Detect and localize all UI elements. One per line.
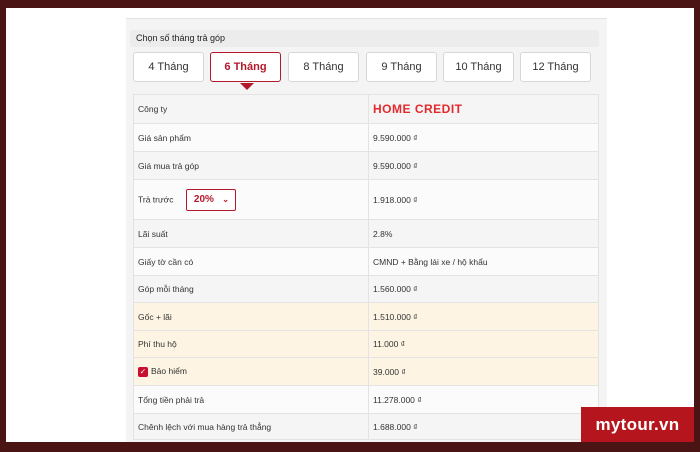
tab-6-months[interactable]: 6 Tháng (210, 52, 281, 82)
insurance-checkbox[interactable]: ✓ (138, 366, 148, 377)
documents-label: Giấy tờ cần có (133, 247, 369, 276)
down-payment-label: Trả trước (138, 193, 174, 204)
insurance-label: Bảo hiểm (151, 366, 187, 377)
down-payment-select-value: 20% (193, 193, 214, 205)
company-value: HOME CREDIT (368, 94, 599, 124)
table-row: Trả trước 20% ⌄ 1.918.000 ₫ (133, 179, 599, 220)
installment-price-label: Giá mua trả góp (133, 151, 369, 180)
chevron-down-icon: ⌄ (222, 194, 229, 204)
table-row: Giấy tờ cần có CMND + Bằng lái xe / hộ k… (133, 247, 599, 276)
product-price-value: 9.590.000 ₫ (368, 123, 599, 152)
interest-label: Lãi suất (133, 219, 369, 248)
panel-top-strip (126, 8, 607, 19)
collection-fee-value: 11.000 ₫ (368, 330, 599, 358)
table-row: ✓ Bảo hiểm 39.000 ₫ (133, 357, 599, 386)
total-label: Tổng tiền phải trả (133, 385, 369, 414)
section-title: Chọn số tháng trả góp (130, 30, 599, 47)
tab-8-months[interactable]: 8 Tháng (288, 52, 359, 82)
table-row: Giá sản phẩm 9.590.000 ₫ (133, 123, 599, 152)
table-row: Giá mua trả góp 9.590.000 ₫ (133, 151, 599, 180)
documents-value: CMND + Bằng lái xe / hộ khẩu (368, 247, 599, 276)
table-row: Phí thu hộ 11.000 ₫ (133, 330, 599, 358)
tab-12-months[interactable]: 12 Tháng (520, 52, 591, 82)
principal-interest-label: Gốc + lãi (133, 302, 369, 331)
total-value: 11.278.000 ₫ (368, 385, 599, 414)
active-tab-pointer (240, 83, 254, 90)
table-row: Tổng tiền phải trả 11.278.000 ₫ (133, 385, 599, 414)
home-credit-logo: HOME CREDIT (373, 102, 463, 116)
installment-table: Công ty HOME CREDIT Giá sản phẩm 9.590.0… (133, 94, 599, 440)
tab-9-months[interactable]: 9 Tháng (366, 52, 437, 82)
table-row: Chênh lệch với mua hàng trả thẳng 1.688.… (133, 413, 599, 440)
down-payment-label-cell: Trả trước 20% ⌄ (133, 179, 369, 220)
month-tabs: 4 Tháng 6 Tháng 8 Tháng 9 Tháng 10 Tháng… (133, 52, 593, 84)
monthly-label: Góp mỗi tháng (133, 275, 369, 303)
table-row: Công ty HOME CREDIT (133, 94, 599, 124)
mytour-watermark: mytour.vn (581, 407, 694, 442)
checkmark-icon: ✓ (139, 366, 147, 376)
table-row: Gốc + lãi 1.510.000 ₫ (133, 302, 599, 331)
interest-value: 2.8% (368, 219, 599, 248)
installment-price-value: 9.590.000 ₫ (368, 151, 599, 180)
difference-value: 1.688.000 ₫ (368, 413, 599, 440)
insurance-label-cell: ✓ Bảo hiểm (133, 357, 369, 386)
tab-4-months[interactable]: 4 Tháng (133, 52, 204, 82)
table-row: Góp mỗi tháng 1.560.000 ₫ (133, 275, 599, 303)
collection-fee-label: Phí thu hộ (133, 330, 369, 358)
down-payment-value: 1.918.000 ₫ (368, 179, 599, 220)
company-label: Công ty (133, 94, 369, 124)
down-payment-select[interactable]: 20% ⌄ (185, 188, 236, 211)
table-row: Lãi suất 2.8% (133, 219, 599, 248)
principal-interest-value: 1.510.000 ₫ (368, 302, 599, 331)
monthly-value: 1.560.000 ₫ (368, 275, 599, 303)
tab-10-months[interactable]: 10 Tháng (443, 52, 514, 82)
product-price-label: Giá sản phẩm (133, 123, 369, 152)
difference-label: Chênh lệch với mua hàng trả thẳng (133, 413, 369, 440)
insurance-value: 39.000 ₫ (368, 357, 599, 386)
